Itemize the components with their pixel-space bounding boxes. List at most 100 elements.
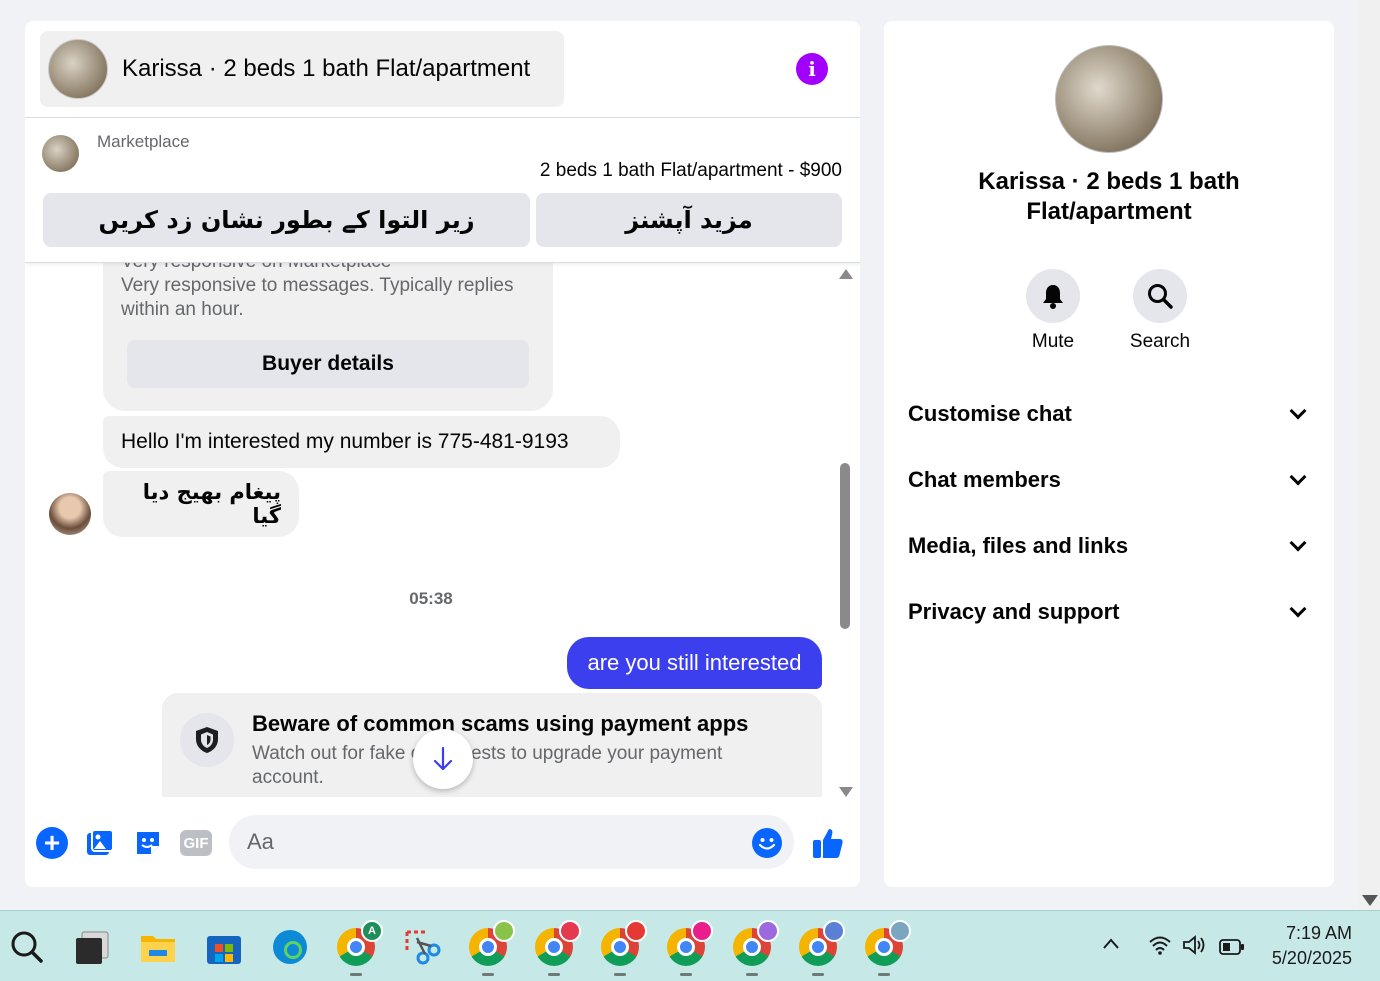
message-list[interactable]: Very responsive on Marketplace Very resp… (25, 263, 860, 797)
sticker-icon[interactable] (132, 827, 164, 859)
file-explorer-icon[interactable] (139, 928, 177, 966)
search-label: Search (1129, 331, 1191, 352)
clock-date: 5/20/2025 (1271, 948, 1352, 968)
conversation-title: Karissa · 2 beds 1 bath Flat/apartment (122, 55, 531, 82)
conversation-title-button[interactable]: Karissa · 2 beds 1 bath Flat/apartment (40, 31, 564, 107)
search-icon (1133, 269, 1187, 323)
shield-icon (180, 713, 234, 767)
profile-badge (691, 920, 713, 942)
wifi-icon[interactable] (1148, 934, 1172, 962)
task-view-icon[interactable] (73, 928, 111, 966)
profile-badge (559, 920, 581, 942)
plus-icon[interactable]: + (36, 827, 68, 859)
seller-info-card: Very responsive on Marketplace Very resp… (103, 263, 553, 411)
clock-time: 7:19 AM (1285, 923, 1352, 943)
scroll-to-bottom-button[interactable] (413, 729, 473, 789)
composer: + GIF (25, 797, 860, 887)
buyer-details-button[interactable]: Buyer details (127, 340, 529, 388)
thumbs-up-icon[interactable] (810, 825, 846, 861)
page-scrollbar[interactable] (1358, 0, 1380, 910)
system-clock[interactable]: 7:19 AM 5/20/2025 (1262, 921, 1352, 971)
chrome-icon[interactable] (799, 920, 845, 976)
incoming-message[interactable]: Hello I'm interested my number is 775-48… (103, 416, 620, 468)
store-icon[interactable] (205, 928, 243, 966)
listing-title-price[interactable]: 2 beds 1 bath Flat/apartment - $900 (540, 160, 842, 182)
section-label: Media, files and links (908, 533, 1129, 558)
page-scroll-down-arrow[interactable] (1362, 895, 1378, 906)
scroll-down-arrow[interactable] (839, 787, 853, 797)
scam-warning-title: Beware of common scams using payment app… (252, 711, 749, 736)
running-indicator (812, 973, 824, 976)
marketplace-listing-bar: Marketplace 2 beds 1 bath Flat/apartment… (25, 118, 860, 263)
battery-icon[interactable] (1219, 936, 1245, 962)
chrome-icon[interactable]: A (337, 920, 383, 976)
chrome-icon[interactable] (865, 920, 911, 976)
profile-badge: A (361, 920, 383, 942)
section-chat-members[interactable]: Chat members (908, 460, 1312, 500)
chrome-icon[interactable] (667, 920, 713, 976)
chevron-down-icon (1289, 468, 1307, 486)
mute-button[interactable]: Mute (1013, 269, 1093, 353)
gif-icon[interactable]: GIF (180, 830, 212, 856)
running-indicator (878, 973, 890, 976)
chrome-icon[interactable] (601, 920, 647, 976)
listing-thumbnail[interactable] (42, 135, 79, 172)
chevron-down-icon (1289, 534, 1307, 552)
chevron-down-icon (1289, 600, 1307, 618)
scam-warning-text: Watch out for fake or requests to upgrad… (252, 743, 723, 788)
bell-icon (1026, 269, 1080, 323)
message-timestamp: 05:38 (409, 589, 453, 608)
taskbar: A (0, 910, 1380, 981)
marketplace-label: Marketplace (97, 132, 190, 151)
mute-label: Mute (1031, 331, 1075, 352)
running-indicator (548, 973, 560, 976)
scroll-up-arrow[interactable] (839, 269, 853, 279)
message-input[interactable] (229, 815, 794, 869)
running-indicator (350, 973, 362, 976)
search-icon[interactable] (8, 928, 46, 966)
emoji-icon[interactable] (752, 828, 782, 858)
chat-header: Karissa · 2 beds 1 bath Flat/apartment i (25, 21, 860, 118)
profile-badge (625, 920, 647, 942)
chat-panel: Karissa · 2 beds 1 bath Flat/apartment i… (25, 21, 860, 887)
profile-badge (889, 920, 911, 942)
incoming-message[interactable]: پیغام بھیج دیا گیا (103, 471, 299, 537)
snipping-tool-icon[interactable] (403, 928, 441, 966)
volume-icon[interactable] (1182, 934, 1208, 962)
chrome-icon[interactable] (535, 920, 581, 976)
listing-avatar (48, 39, 108, 99)
info-panel-title: Karissa · 2 beds 1 bath Flat/apartment (978, 168, 1240, 225)
chevron-up-icon[interactable] (1101, 934, 1121, 960)
conversation-info-panel: Karissa · 2 beds 1 bath Flat/apartment M… (884, 21, 1334, 887)
section-customise-chat[interactable]: Customise chat (908, 394, 1312, 434)
arrow-down-icon (433, 746, 453, 771)
running-indicator (746, 973, 758, 976)
search-button[interactable]: Search (1120, 269, 1200, 353)
sender-avatar[interactable] (49, 493, 91, 535)
section-privacy-support[interactable]: Privacy and support (908, 592, 1312, 632)
running-indicator (614, 973, 626, 976)
chevron-down-icon (1289, 402, 1307, 420)
chrome-icon[interactable] (469, 920, 515, 976)
info-icon[interactable]: i (796, 53, 828, 85)
scam-warning-card: Beware of common scams using payment app… (162, 693, 822, 797)
mark-as-pending-button[interactable]: زیر التوا کے بطور نشان زد کریں (43, 193, 530, 247)
responsive-marketplace-text: Very responsive on Marketplace (121, 263, 391, 273)
profile-avatar[interactable] (1055, 45, 1163, 153)
section-media-files-links[interactable]: Media, files and links (908, 526, 1312, 566)
profile-badge (823, 920, 845, 942)
profile-badge (493, 920, 515, 942)
outgoing-message[interactable]: are you still interested (567, 637, 822, 689)
message-scrollbar[interactable] (837, 269, 853, 797)
edge-icon[interactable] (271, 928, 309, 966)
section-label: Chat members (908, 467, 1061, 492)
section-label: Privacy and support (908, 599, 1120, 624)
chrome-icon[interactable] (733, 920, 779, 976)
section-label: Customise chat (908, 401, 1072, 426)
responsiveness-text: Very responsive to messages. Typically r… (121, 275, 514, 320)
running-indicator (680, 973, 692, 976)
more-options-button[interactable]: مزید آپشنز (536, 193, 842, 247)
photo-icon[interactable] (84, 827, 116, 859)
running-indicator (482, 973, 494, 976)
scroll-thumb[interactable] (840, 463, 850, 629)
